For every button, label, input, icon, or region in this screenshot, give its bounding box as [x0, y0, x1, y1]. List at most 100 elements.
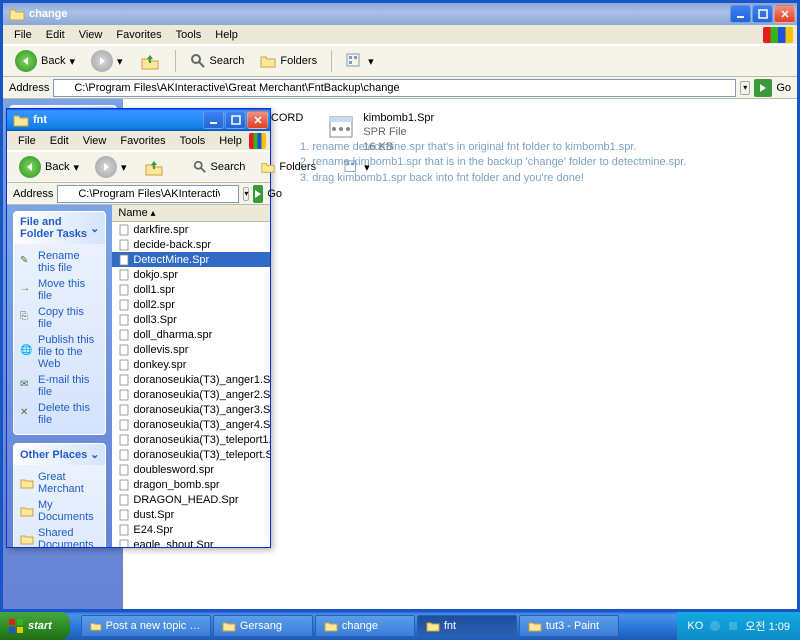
spr-file-icon [325, 111, 357, 143]
place-item[interactable]: Great Merchant [20, 469, 99, 497]
menu-favorites[interactable]: Favorites [113, 133, 172, 149]
place-item[interactable]: Shared Documents [20, 525, 99, 547]
other-places: Other Places⌄ Great MerchantMy Documents… [13, 443, 106, 547]
taskbar-item[interactable]: Gersang [213, 615, 313, 637]
list-item[interactable]: doranoseukia(T3)_teleport1.Spr [112, 432, 270, 447]
address-input[interactable] [53, 79, 736, 97]
list-item[interactable]: doranoseukia(T3)_teleport.Spr [112, 447, 270, 462]
menu-view[interactable]: View [72, 27, 110, 43]
back-button[interactable]: Back ▾ [9, 48, 81, 74]
list-item[interactable]: eagle_shout.Spr [112, 537, 270, 547]
list-item[interactable]: DRAGON_HEAD.Spr [112, 492, 270, 507]
list-item[interactable]: doll3.Spr [112, 312, 270, 327]
window-titlebar-change[interactable]: change [3, 3, 797, 25]
tray-clock[interactable]: 오전 1:09 [745, 618, 790, 634]
go-button[interactable] [253, 185, 263, 203]
list-item[interactable]: doll1.spr [112, 282, 270, 297]
menu-help[interactable]: Help [212, 133, 249, 149]
task-item[interactable]: ✕Delete this file [20, 400, 99, 428]
up-button[interactable] [137, 154, 171, 180]
file-icon [118, 329, 130, 341]
task-item[interactable]: ✉E-mail this file [20, 372, 99, 400]
list-item[interactable]: doublesword.spr [112, 462, 270, 477]
list-item[interactable]: doll_dharma.spr [112, 327, 270, 342]
address-dropdown[interactable]: ▾ [740, 81, 750, 95]
minimize-button[interactable] [730, 5, 751, 23]
list-item[interactable]: doranoseukia(T3)_anger1.Spr [112, 372, 270, 387]
file-icon [118, 299, 130, 311]
folders-button[interactable]: Folders [254, 51, 323, 71]
menu-tools[interactable]: Tools [173, 133, 213, 149]
list-item[interactable]: E24.Spr [112, 522, 270, 537]
task-icon: 🌐 [20, 345, 34, 359]
tray-icon[interactable] [709, 620, 721, 632]
menubar: File Edit View Favorites Tools Help [7, 131, 270, 151]
go-button[interactable] [754, 79, 772, 97]
maximize-button[interactable] [752, 5, 773, 23]
maximize-button[interactable] [225, 111, 246, 129]
list-item[interactable]: doranoseukia(T3)_anger3.Spr [112, 402, 270, 417]
menu-file[interactable]: File [11, 133, 43, 149]
file-folder-tasks: File and Folder Tasks⌄ ✎Rename this file… [13, 211, 106, 435]
address-bar: Address ▾ Go [7, 183, 270, 205]
file-list[interactable]: Name ▴ darkfire.sprdecide-back.sprDetect… [112, 205, 270, 547]
forward-button[interactable]: ▾ [89, 154, 133, 180]
taskbar-item[interactable]: change [315, 615, 415, 637]
list-item[interactable]: doranoseukia(T3)_anger4.Spr [112, 417, 270, 432]
taskbar: start Post a new topic - Mo...Gersangcha… [0, 612, 800, 640]
file-icon [118, 374, 130, 386]
taskbar-item[interactable]: fnt [417, 615, 517, 637]
address-input[interactable] [57, 185, 239, 203]
xp-flag-icon [249, 133, 266, 149]
minimize-button[interactable] [203, 111, 224, 129]
task-item[interactable]: 🌐Publish this file to the Web [20, 332, 99, 372]
menu-file[interactable]: File [7, 27, 39, 43]
menu-edit[interactable]: Edit [43, 133, 76, 149]
folder-icon [20, 476, 34, 490]
menu-help[interactable]: Help [208, 27, 245, 43]
file-icon [118, 494, 130, 506]
file-icon [118, 224, 130, 236]
list-item[interactable]: decide-back.spr [112, 237, 270, 252]
task-item[interactable]: →Move this file [20, 276, 99, 304]
collapse-icon[interactable]: ⌄ [90, 222, 99, 235]
list-item[interactable]: dust.Spr [112, 507, 270, 522]
tray-icon[interactable] [727, 620, 739, 632]
list-item[interactable]: dokjo.spr [112, 267, 270, 282]
list-item[interactable]: dragon_bomb.spr [112, 477, 270, 492]
collapse-icon[interactable]: ⌄ [90, 448, 99, 461]
list-item[interactable]: dollevis.spr [112, 342, 270, 357]
toolbar: Back ▾ ▾ Search Folders ▾ [7, 151, 270, 183]
tray-lang[interactable]: KO [687, 620, 703, 632]
back-button[interactable]: Back ▾ [13, 154, 85, 180]
address-dropdown[interactable]: ▾ [243, 187, 249, 201]
file-icon [118, 254, 130, 266]
task-item[interactable]: ⎘Copy this file [20, 304, 99, 332]
menu-view[interactable]: View [76, 133, 114, 149]
search-button[interactable]: Search [184, 51, 251, 71]
search-button[interactable]: Search [187, 158, 252, 176]
menu-favorites[interactable]: Favorites [109, 27, 168, 43]
task-icon: ✎ [20, 255, 34, 269]
start-button[interactable]: start [0, 612, 70, 640]
task-item[interactable]: ✎Rename this file [20, 248, 99, 276]
file-icon [118, 314, 130, 326]
column-header-name[interactable]: Name ▴ [112, 205, 270, 222]
list-item[interactable]: doll2.spr [112, 297, 270, 312]
menu-tools[interactable]: Tools [169, 27, 209, 43]
menu-edit[interactable]: Edit [39, 27, 72, 43]
window-titlebar-fnt[interactable]: fnt [7, 109, 270, 131]
list-item[interactable]: doranoseukia(T3)_anger2.Spr [112, 387, 270, 402]
close-button[interactable] [247, 111, 268, 129]
list-item[interactable]: DetectMine.Spr [112, 252, 270, 267]
list-item[interactable]: darkfire.spr [112, 222, 270, 237]
system-tray[interactable]: KO 오전 1:09 [677, 612, 800, 640]
views-button[interactable]: ▾ [340, 51, 380, 71]
place-item[interactable]: My Documents [20, 497, 99, 525]
close-button[interactable] [774, 5, 795, 23]
taskbar-item[interactable]: tut3 - Paint [519, 615, 619, 637]
up-button[interactable] [133, 48, 167, 74]
list-item[interactable]: donkey.spr [112, 357, 270, 372]
taskbar-item[interactable]: Post a new topic - Mo... [81, 615, 211, 637]
forward-button[interactable]: ▾ [85, 48, 129, 74]
